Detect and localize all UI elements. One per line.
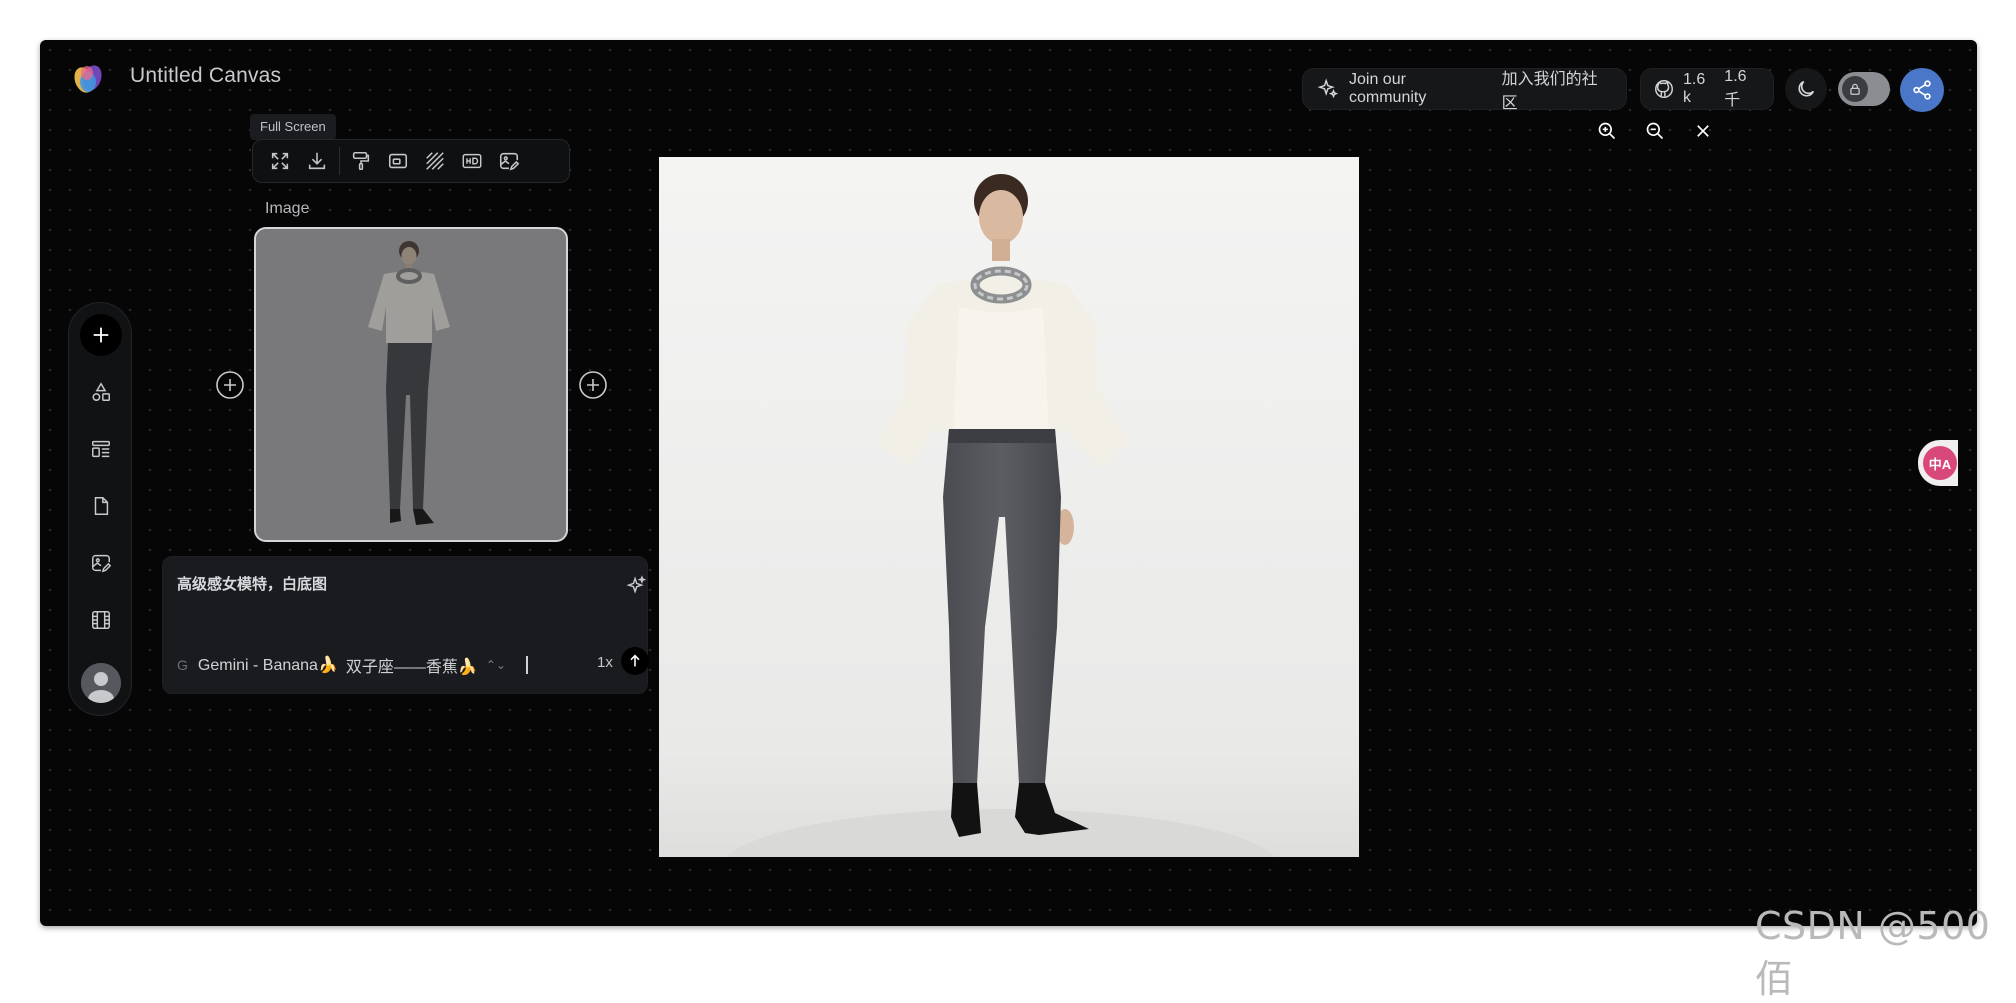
tooltip-full-screen: Full Screen <box>250 114 336 140</box>
image-edit-icon[interactable] <box>89 551 113 575</box>
prompt-text[interactable]: 高级感女模特，白底图 <box>177 573 327 594</box>
sparkles-icon <box>1317 78 1339 100</box>
github-stars-button[interactable]: 1.6 k 1.6千 <box>1640 68 1774 110</box>
download-icon[interactable] <box>304 148 330 174</box>
watermark: CSDN @500佰 <box>1755 904 1991 1001</box>
stars-count: 1.6 k <box>1683 71 1706 106</box>
model-provider-icon: G <box>177 657 188 673</box>
translate-icon: 中A <box>1923 446 1957 480</box>
fullscreen-icon[interactable] <box>267 148 293 174</box>
arrow-up-icon <box>627 653 643 669</box>
zoom-out-icon[interactable] <box>1644 120 1666 142</box>
image-node[interactable] <box>254 227 568 542</box>
community-label-cn: 加入我们的社区 <box>1501 71 1598 112</box>
node-label: Image <box>265 200 310 217</box>
share-button[interactable] <box>1900 68 1944 112</box>
add-node-right-button[interactable] <box>578 370 608 400</box>
add-icon <box>90 324 112 346</box>
shapes-icon[interactable] <box>89 380 113 404</box>
add-node-left-button[interactable] <box>215 370 245 400</box>
layout-icon[interactable] <box>89 437 113 461</box>
prompt-panel[interactable]: 高级感女模特，白底图 G Gemini - Banana🍌 双子座——香蕉🍌 ⌃… <box>162 556 649 694</box>
film-icon[interactable] <box>89 608 113 632</box>
paint-roller-icon[interactable] <box>348 148 374 174</box>
theme-toggle-button[interactable] <box>1785 68 1827 110</box>
model-photo <box>726 174 1276 857</box>
avatar[interactable] <box>81 663 121 703</box>
close-icon[interactable] <box>1692 120 1714 142</box>
share-icon <box>1911 79 1933 101</box>
chevron-updown-icon: ⌃⌄ <box>485 658 506 672</box>
community-label: Join our community <box>1349 71 1427 106</box>
text-caret <box>525 656 528 674</box>
document-icon[interactable] <box>89 494 113 518</box>
model-variant: 双子座——香蕉🍌 <box>345 659 478 676</box>
plus-circle-icon <box>579 371 607 399</box>
image-node-toolbar <box>252 139 570 183</box>
magic-enhance-icon[interactable] <box>625 575 647 597</box>
multiplier-selector[interactable]: 1x <box>597 654 613 671</box>
hd-icon[interactable] <box>459 148 485 174</box>
preview-controls <box>1596 120 1714 142</box>
lock-toggle[interactable] <box>1838 72 1890 106</box>
zoom-in-icon[interactable] <box>1596 120 1618 142</box>
toolbar-divider <box>339 147 340 175</box>
app-logo[interactable] <box>70 60 106 96</box>
join-community-button[interactable]: Join our community 加入我们的社区 <box>1302 68 1627 112</box>
crop-icon[interactable] <box>385 148 411 174</box>
model-selector[interactable]: G Gemini - Banana🍌 双子座——香蕉🍌 ⌃⌄ <box>177 653 528 677</box>
image-edit-icon[interactable] <box>496 148 522 174</box>
translate-widget[interactable]: 中A <box>1918 440 1958 486</box>
lock-icon <box>1842 76 1868 102</box>
image-preview[interactable] <box>659 157 1359 857</box>
model-thumbnail <box>256 229 566 540</box>
add-button[interactable] <box>80 314 122 356</box>
moon-icon <box>1795 78 1817 100</box>
send-button[interactable] <box>621 647 649 675</box>
side-rail <box>68 302 132 716</box>
github-icon <box>1653 78 1675 100</box>
hatch-icon[interactable] <box>422 148 448 174</box>
stars-count-cn: 1.6千 <box>1724 68 1747 109</box>
canvas-title[interactable]: Untitled Canvas <box>130 64 281 88</box>
plus-circle-icon <box>216 371 244 399</box>
model-name: Gemini - Banana🍌 <box>197 657 338 674</box>
canvas-app: Untitled Canvas Join our community 加入我们的… <box>40 40 1977 926</box>
